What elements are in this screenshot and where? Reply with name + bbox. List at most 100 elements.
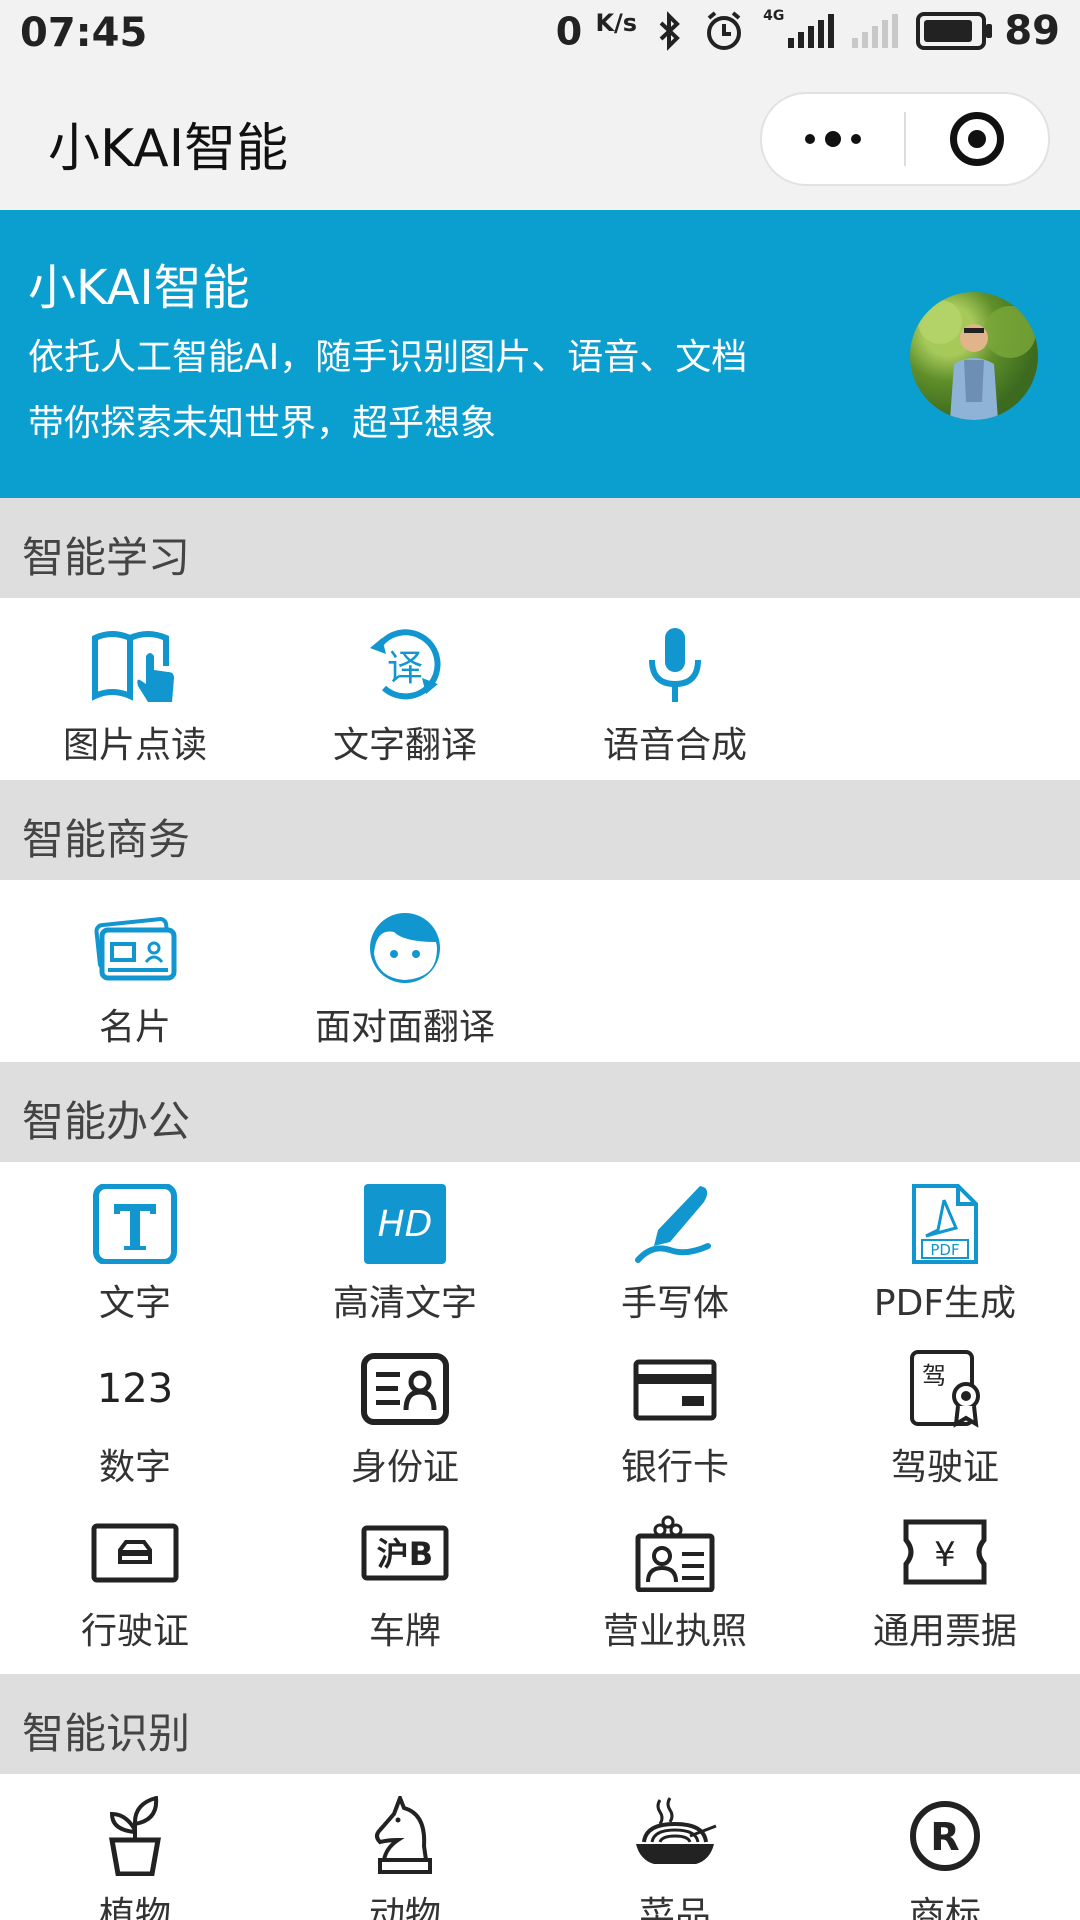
tile-label: 语音合成 <box>602 725 747 766</box>
tile-handwriting[interactable]: 手写体 <box>540 1184 810 1326</box>
tile-numbers[interactable]: 123 数字 <box>0 1348 270 1490</box>
tile-business-license[interactable]: 营业执照 <box>540 1512 810 1654</box>
office-grid: 文字 HD 高清文字 手写体 PDF PDF生成 123 数字 身份证 银行卡 … <box>0 1162 1080 1674</box>
tile-driver-license[interactable]: 驾 驾驶证 <box>810 1348 1080 1490</box>
receipt-icon: ¥ <box>903 1519 987 1585</box>
svg-text:123: 123 <box>97 1366 173 1412</box>
banner-title: 小KAI智能 <box>28 260 250 316</box>
id-card-icon <box>361 1353 449 1425</box>
tile-label: PDF生成 <box>873 1283 1017 1324</box>
more-dot-icon <box>851 134 861 144</box>
tile-general-receipt[interactable]: ¥ 通用票据 <box>810 1512 1080 1654</box>
svg-text:¥: ¥ <box>934 1535 956 1575</box>
tile-vehicle-license[interactable]: 行驶证 <box>0 1512 270 1654</box>
signal-strength-icon <box>788 14 835 48</box>
more-dot-icon <box>825 131 841 147</box>
tile-label: 驾驶证 <box>890 1447 999 1488</box>
network-type: 4G <box>763 8 785 24</box>
tile-label: 银行卡 <box>620 1447 729 1488</box>
tile-hd-text[interactable]: HD 高清文字 <box>270 1184 540 1326</box>
tile-label: 文字翻译 <box>332 725 477 766</box>
tile-text[interactable]: 文字 <box>0 1183 270 1326</box>
more-dot-icon <box>805 134 815 144</box>
tile-business-card[interactable]: 名片 <box>0 908 270 1050</box>
page-title: 小KAI智能 <box>48 119 289 179</box>
bank-card-icon <box>633 1359 717 1421</box>
section-title: 智能识别 <box>22 1709 191 1758</box>
section-header-recognition: 智能识别 <box>0 1674 1080 1774</box>
tile-label: 营业执照 <box>602 1611 747 1652</box>
microphone-icon <box>649 628 701 702</box>
status-time: 07:45 <box>20 10 148 56</box>
more-menu-button[interactable] <box>762 131 904 147</box>
license-plate-icon: 沪B <box>361 1525 449 1581</box>
svg-text:HD: HD <box>378 1204 433 1245</box>
tile-id-card[interactable]: 身份证 <box>270 1348 540 1490</box>
status-bar: 07:45 0 K/s 4G 89 <box>0 0 1080 68</box>
close-mini-program-button[interactable] <box>906 112 1048 166</box>
pen-icon <box>635 1186 711 1263</box>
tile-image-read[interactable]: 图片点读 <box>0 626 270 768</box>
tile-dish[interactable]: 菜品 <box>540 1796 810 1920</box>
driver-license-icon: 驾 <box>910 1350 980 1428</box>
mini-program-capsule <box>760 92 1050 186</box>
business-license-icon <box>635 1515 715 1593</box>
horse-icon <box>375 1792 432 1874</box>
battery-icon <box>916 12 993 50</box>
translate-icon: 译 <box>370 629 441 700</box>
section-header-learning: 智能学习 <box>0 498 1080 598</box>
section-title: 智能商务 <box>22 815 191 864</box>
tile-pdf-generate[interactable]: PDF PDF生成 <box>810 1184 1080 1326</box>
tile-plant[interactable]: 植物 <box>0 1795 270 1920</box>
svg-text:译: 译 <box>387 648 423 689</box>
svg-text:驾: 驾 <box>922 1362 946 1390</box>
tile-animal[interactable]: 动物 <box>270 1792 540 1920</box>
trademark-icon: R <box>910 1801 980 1871</box>
tile-trademark[interactable]: R 商标 <box>810 1796 1080 1920</box>
svg-text:PDF: PDF <box>930 1241 959 1259</box>
business-card-icon <box>94 917 177 981</box>
tile-text-translate[interactable]: 译 文字翻译 <box>270 626 540 768</box>
section-title: 智能学习 <box>22 533 191 582</box>
book-touch-icon <box>92 631 174 702</box>
tile-label: 商标 <box>908 1895 981 1920</box>
numbers-icon: 123 <box>97 1366 173 1412</box>
svg-text:沪B: 沪B <box>377 1535 433 1573</box>
bluetooth-icon <box>659 11 680 51</box>
tile-label: 名片 <box>98 1007 171 1048</box>
recognition-grid: 植物 动物 菜品 R 商标 <box>0 1774 1080 1920</box>
status-icons: 0 K/s 4G 89 <box>556 8 1060 54</box>
tile-label: 数字 <box>98 1447 171 1488</box>
signal-strength-sim2-icon <box>852 14 899 48</box>
tile-bank-card[interactable]: 银行卡 <box>540 1348 810 1490</box>
pdf-icon: PDF <box>912 1184 978 1264</box>
section-header-business: 智能商务 <box>0 780 1080 880</box>
vehicle-license-icon <box>91 1523 179 1583</box>
network-speed: 0 K/s <box>555 8 638 54</box>
section-title: 智能办公 <box>22 1097 191 1146</box>
tile-label: 高清文字 <box>332 1283 477 1324</box>
tile-license-plate[interactable]: 沪B 车牌 <box>270 1512 540 1654</box>
learning-grid: 图片点读 译 文字翻译 语音合成 <box>0 598 1080 780</box>
avatar-photo <box>918 300 1036 420</box>
tile-face-translate[interactable]: 面对面翻译 <box>270 908 540 1050</box>
tile-label: 文字 <box>98 1283 171 1324</box>
intro-banner: 小KAI智能 依托人工智能AI，随手识别图片、语音、文档 带你探索未知世界，超乎… <box>0 210 1080 498</box>
target-icon <box>950 112 1004 166</box>
tile-label: 菜品 <box>638 1895 711 1920</box>
tile-label: 面对面翻译 <box>314 1007 495 1048</box>
face-icon <box>370 913 440 983</box>
banner-description-line2: 带你探索未知世界，超乎想象 <box>28 403 497 444</box>
hd-icon: HD <box>364 1184 446 1264</box>
alarm-icon <box>707 11 742 50</box>
nav-bar: 小KAI智能 <box>0 68 1080 210</box>
battery-level: 89 <box>1004 8 1060 54</box>
tile-label: 通用票据 <box>872 1611 1017 1652</box>
tile-label: 车牌 <box>368 1611 441 1652</box>
avatar[interactable] <box>910 292 1038 420</box>
svg-text:R: R <box>930 1815 959 1859</box>
tile-speech-synthesis[interactable]: 语音合成 <box>540 626 810 768</box>
dish-icon <box>636 1797 717 1864</box>
tile-label: 图片点读 <box>62 725 207 766</box>
tile-label: 手写体 <box>620 1283 729 1324</box>
